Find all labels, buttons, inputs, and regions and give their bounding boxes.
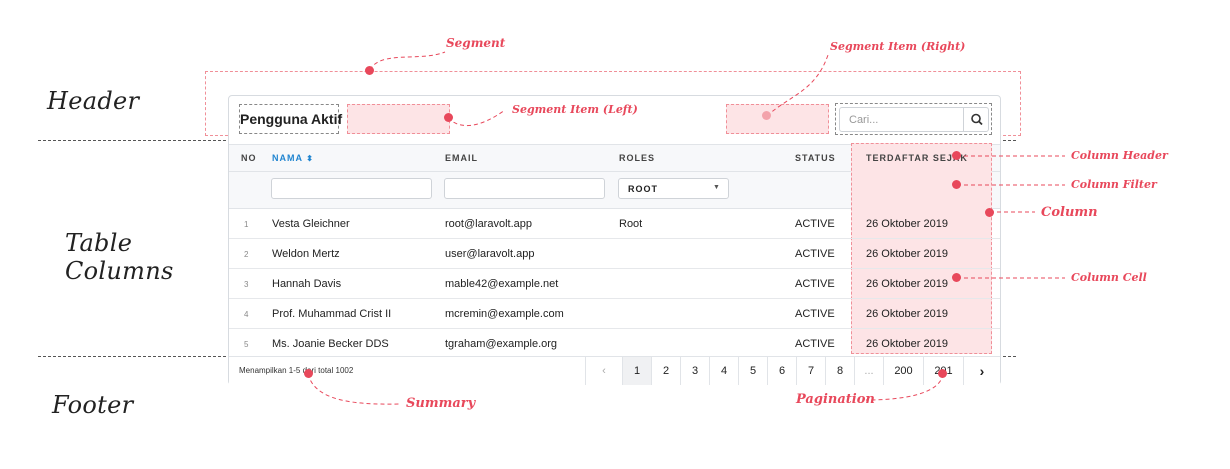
annotation-column: Column — [1041, 205, 1098, 220]
annotation-column-filter: Column Filter — [1071, 178, 1157, 191]
annotation-segment-item-left: Segment Item (Left) — [512, 103, 638, 116]
connector-segment-item-right — [766, 54, 829, 117]
connector-summary — [307, 373, 401, 405]
pagination-marker-dot — [938, 369, 947, 378]
segment-item-left-marker-dot — [444, 113, 453, 122]
annotation-summary: Summary — [406, 396, 476, 411]
annotation-column-cell: Column Cell — [1071, 271, 1147, 284]
summary-marker-dot — [304, 369, 313, 378]
annotation-pagination: Pagination — [796, 392, 875, 407]
annotation-segment: Segment — [446, 36, 506, 50]
column-marker-dot — [985, 208, 994, 217]
column-header-marker-dot — [952, 151, 961, 160]
column-cell-marker-dot — [952, 273, 961, 282]
annotation-connectors — [307, 51, 1065, 405]
segment-item-right-marker-dot — [762, 111, 771, 120]
column-filter-marker-dot — [952, 180, 961, 189]
connector-segment — [369, 51, 446, 71]
annotation-column-header: Column Header — [1071, 149, 1168, 162]
connector-pagination — [865, 373, 944, 401]
connector-segment-item-left — [447, 109, 506, 127]
segment-marker-dot — [365, 66, 374, 75]
annotation-segment-item-right: Segment Item (Right) — [830, 40, 966, 53]
